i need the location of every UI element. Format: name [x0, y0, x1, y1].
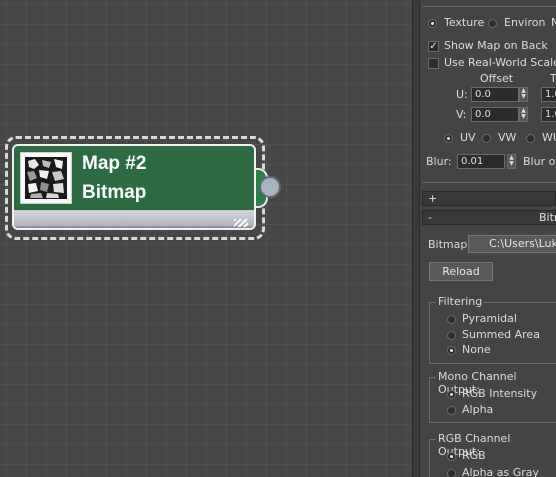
rgb-label: RGB [462, 449, 486, 462]
rgb-intensity-label: RGB Intensity [462, 387, 538, 400]
bitmap-thumbnail-icon [25, 157, 67, 199]
rollout-expand-icon: + [428, 192, 438, 205]
vw-label: VW [498, 131, 517, 144]
texture-radio[interactable] [428, 19, 437, 28]
panel-splitter[interactable] [412, 0, 420, 477]
u-tiling-field[interactable]: 1.0 [541, 87, 556, 102]
node-header[interactable]: Map #2 Bitmap [14, 146, 254, 211]
alpha-radio[interactable] [447, 406, 456, 415]
summed-area-label: Summed Area [462, 328, 540, 341]
alpha-as-gray-radio[interactable] [447, 469, 456, 477]
bitmap-parameters-rollout-header[interactable]: - Bitm [422, 210, 556, 225]
node-resize-grip-icon[interactable] [234, 219, 248, 227]
blur-label: Blur: [426, 155, 452, 168]
node-footer-stripe [14, 226, 254, 228]
collapsed-rollout-header[interactable]: + [422, 191, 556, 206]
v-offset-field[interactable]: 0.0 [471, 107, 519, 122]
pyramidal-label: Pyramidal [462, 312, 517, 325]
alpha-as-gray-label: Alpha as Gray [462, 466, 540, 477]
tiling-column-label: T [550, 72, 556, 85]
output-socket[interactable] [259, 176, 281, 198]
environ-radio[interactable] [488, 19, 497, 28]
mapping-third-option-label: N [551, 16, 556, 29]
use-real-world-scale-checkbox[interactable] [428, 58, 439, 69]
v-offset-spinner-icon[interactable]: ▲ ▼ [519, 107, 528, 122]
rollout-divider [422, 182, 556, 183]
offset-column-label: Offset [480, 72, 514, 85]
wu-radio[interactable] [526, 134, 535, 143]
blur-spinner-icon[interactable]: ▲ ▼ [507, 154, 516, 169]
show-map-on-back-checkbox[interactable]: ✓ [428, 41, 439, 52]
uv-label: UV [460, 131, 476, 144]
blur-field[interactable]: 0.01 [457, 154, 505, 169]
environ-label: Environ [504, 16, 546, 29]
v-tiling-field[interactable]: 1.0 [541, 107, 556, 122]
bitmap-map-node[interactable]: Map #2 Bitmap [12, 144, 256, 230]
show-map-on-back-label: Show Map on Back [444, 39, 548, 52]
pyramidal-radio[interactable] [447, 315, 456, 324]
alpha-label: Alpha [462, 403, 494, 416]
u-label: U: [456, 88, 468, 101]
bitmap-thumbnail [20, 152, 72, 204]
none-label: None [462, 343, 491, 356]
rgb-intensity-radio[interactable] [447, 390, 456, 399]
parameter-editor-panel: Texture Environ N ✓ Show Map on Back Use… [420, 0, 556, 477]
v-label: V: [456, 108, 467, 121]
summed-area-radio[interactable] [447, 331, 456, 340]
rgb-radio[interactable] [447, 452, 456, 461]
bitmap-rollout-title: Bitm [539, 211, 556, 224]
use-real-world-scale-label: Use Real-World Scale [444, 56, 556, 69]
reload-button[interactable]: Reload [429, 262, 493, 281]
u-offset-field[interactable]: 0.0 [471, 87, 519, 102]
texture-label: Texture [444, 16, 485, 29]
none-radio[interactable] [447, 346, 456, 355]
filtering-group-title: Filtering [436, 295, 485, 308]
rollout-collapse-icon: - [428, 211, 432, 224]
u-offset-spinner-icon[interactable]: ▲ ▼ [519, 87, 528, 102]
slate-view-canvas[interactable]: Map #2 Bitmap [0, 0, 412, 477]
blur-offset-label: Blur of [523, 155, 556, 168]
node-type-label: Bitmap [82, 182, 147, 203]
coordinates-rollout-top-edge [422, 0, 556, 7]
node-footer [14, 211, 254, 228]
vw-radio[interactable] [482, 134, 491, 143]
bitmap-label: Bitmap: [428, 238, 472, 251]
uv-radio[interactable] [444, 134, 453, 143]
bitmap-path-button[interactable]: C:\Users\Luke [468, 235, 556, 253]
wu-label: WU [542, 131, 556, 144]
node-name: Map #2 [82, 153, 147, 174]
